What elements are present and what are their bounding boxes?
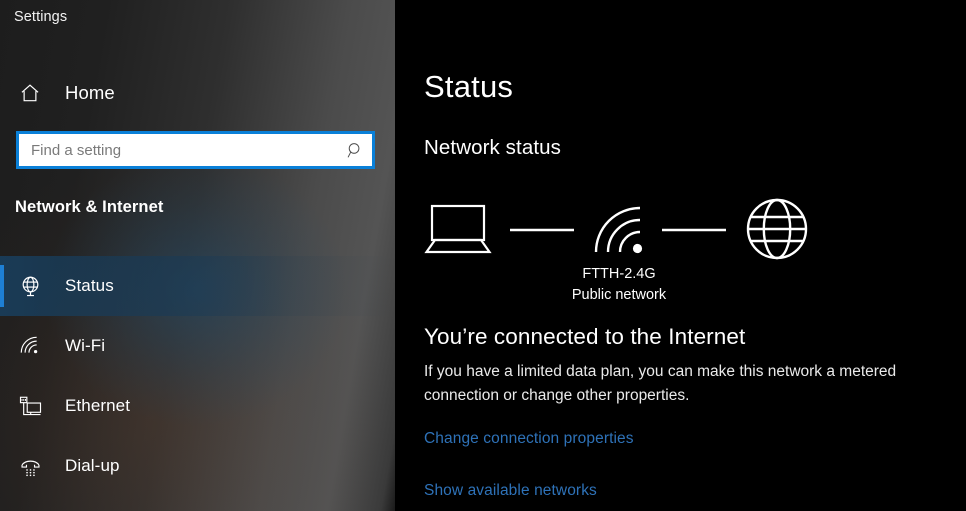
home-icon — [8, 82, 52, 104]
wifi-icon — [8, 334, 52, 359]
page-title: Status — [424, 69, 514, 104]
sidebar-item-ethernet-label: Ethernet — [65, 396, 131, 415]
status-description: If you have a limited data plan, you can… — [424, 363, 897, 404]
sidebar: Settings Home Find a setting Network & I… — [0, 0, 395, 511]
settings-window: Settings Home Find a setting Network & I… — [0, 0, 966, 511]
sidebar-item-home-label: Home — [65, 82, 115, 103]
sidebar-section-title: Network & Internet — [15, 198, 164, 216]
sidebar-item-ethernet[interactable]: Ethernet — [0, 376, 395, 436]
selection-indicator — [0, 265, 4, 307]
app-title: Settings — [14, 9, 68, 25]
sidebar-item-wifi[interactable]: Wi-Fi — [0, 316, 395, 376]
globe-status-icon — [8, 274, 52, 299]
network-type: Public network — [571, 287, 667, 303]
sidebar-item-dialup-label: Dial-up — [65, 456, 120, 475]
sidebar-item-status[interactable]: Status — [0, 256, 395, 316]
change-connection-properties-link[interactable]: Change connection properties — [424, 430, 634, 448]
search-input[interactable] — [19, 134, 338, 166]
status-headline: You’re connected to the Internet — [424, 324, 746, 349]
search-icon[interactable] — [338, 141, 372, 160]
ethernet-icon — [8, 394, 52, 419]
sidebar-item-dialup[interactable]: Dial-up — [0, 436, 395, 496]
dialup-icon — [8, 454, 52, 479]
network-name: FTTH-2.4G — [582, 266, 656, 282]
sidebar-item-wifi-label: Wi-Fi — [65, 336, 106, 355]
network-identity: FTTH-2.4G Public network — [424, 264, 814, 306]
globe-icon — [746, 198, 808, 260]
sidebar-nav: Status Wi-Fi Ethernet Dial-up — [0, 256, 395, 496]
main-content: Status Network status FTTH-2.4G Public n… — [395, 0, 966, 511]
show-available-networks-link[interactable]: Show available networks — [424, 482, 597, 500]
section-heading: Network status — [424, 136, 561, 159]
wifi-signal-icon — [594, 206, 643, 254]
search-box[interactable] — [16, 131, 375, 169]
sidebar-item-home[interactable]: Home — [0, 72, 395, 114]
laptop-icon — [424, 204, 492, 254]
sidebar-item-status-label: Status — [65, 276, 114, 295]
